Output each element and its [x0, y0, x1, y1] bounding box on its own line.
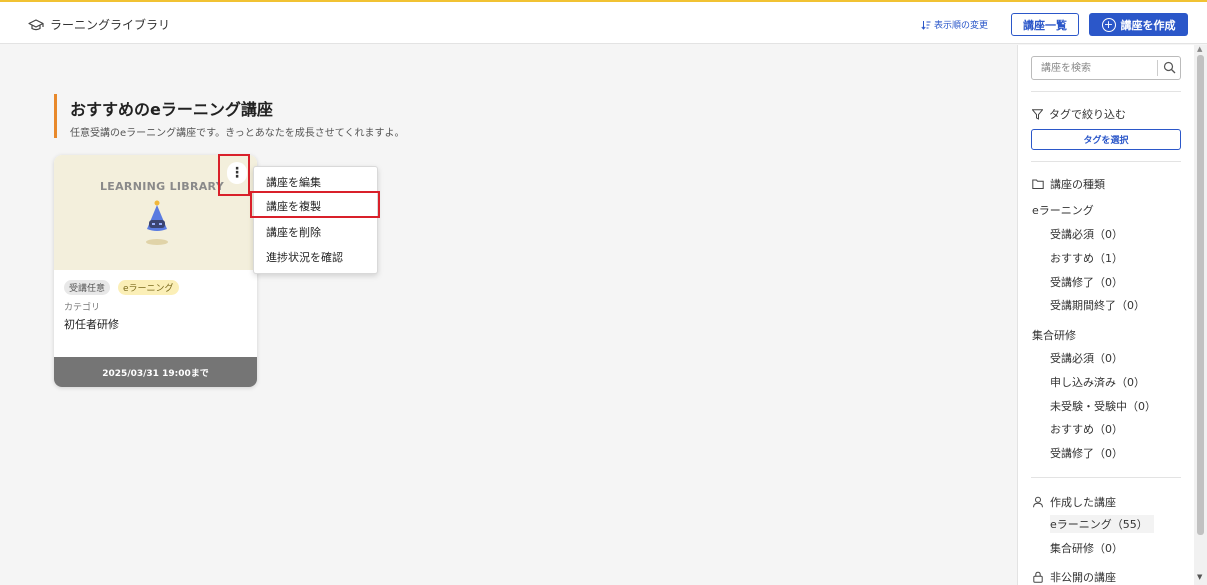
tag-filter-heading: タグで絞り込む: [1032, 106, 1126, 122]
robot-mascot-icon: [146, 200, 168, 245]
plus-circle-icon: +: [1101, 17, 1116, 32]
search-icon[interactable]: [1163, 61, 1176, 74]
app-logo[interactable]: ラーニングライブラリ: [28, 16, 170, 33]
filter-created-elearning[interactable]: eラーニング（55）: [1050, 515, 1154, 533]
scroll-up-arrow-icon[interactable]: ▲: [1197, 45, 1202, 53]
app-title: ラーニングライブラリ: [50, 18, 171, 32]
section-title: おすすめのeラーニング講座: [70, 100, 273, 119]
filter-training-completed[interactable]: 受講修了（0）: [1050, 445, 1123, 461]
course-deadline: 2025/03/31 19:00まで: [54, 357, 257, 387]
tag-filter-title: タグで絞り込む: [1049, 108, 1126, 121]
lock-icon: [1033, 571, 1043, 583]
tag-optional: 受講任意: [64, 280, 111, 295]
private-courses-heading[interactable]: 非公開の講座: [1032, 569, 1116, 585]
sidebar-divider: [1031, 477, 1181, 478]
scroll-down-arrow-icon[interactable]: ▼: [1197, 573, 1202, 581]
menu-item-edit[interactable]: 講座を編集: [266, 174, 321, 190]
search-input[interactable]: [1032, 57, 1157, 79]
course-type-heading: 講座の種類: [1032, 176, 1105, 192]
group-elearning[interactable]: eラーニング: [1032, 202, 1094, 218]
sort-order-label: 表示順の変更: [934, 21, 989, 31]
sidebar-scrollbar[interactable]: ▲ ▼: [1194, 45, 1207, 585]
create-course-label: 講座を作成: [1120, 18, 1176, 32]
filter-elearning-expired[interactable]: 受講期間終了（0）: [1050, 297, 1145, 313]
filter-training-applied[interactable]: 申し込み済み（0）: [1050, 374, 1145, 390]
sort-icon: [921, 20, 931, 30]
course-search: [1031, 56, 1181, 80]
select-tag-button[interactable]: タグを選択: [1031, 129, 1181, 150]
filter-elearning-recommended[interactable]: おすすめ（1）: [1050, 250, 1123, 266]
sort-order-link[interactable]: 表示順の変更: [921, 18, 988, 31]
menu-item-delete[interactable]: 講座を削除: [266, 224, 321, 240]
filter-sidebar: タグで絞り込む タグを選択 講座の種類 eラーニング 受講必須（0） おすすめ（…: [1017, 45, 1194, 585]
search-divider: [1157, 60, 1158, 76]
app-header: ラーニングライブラリ 表示順の変更 講座一覧 + 講座を作成: [0, 6, 1207, 44]
scrollbar-thumb[interactable]: [1197, 55, 1204, 535]
group-training[interactable]: 集合研修: [1032, 327, 1076, 343]
course-list-button[interactable]: 講座一覧: [1011, 13, 1079, 36]
sidebar-divider: [1031, 91, 1181, 92]
folder-icon: [1032, 179, 1044, 189]
section-description: 任意受講のeラーニング講座です。きっとあなたを成長させてくれますよ。: [70, 128, 405, 139]
highlight-duplicate-box: [250, 191, 380, 218]
menu-item-progress[interactable]: 進捗状況を確認: [266, 249, 343, 265]
thumbnail-logo-text: LEARNING LIBRARY: [100, 180, 224, 193]
sidebar-divider: [1031, 161, 1181, 162]
course-card-body: 受講任意 eラーニング カテゴリ 初任者研修: [54, 270, 257, 357]
filter-training-recommended[interactable]: おすすめ（0）: [1050, 421, 1123, 437]
graduation-cap-icon: [28, 18, 44, 30]
person-icon: [1033, 496, 1043, 508]
filter-icon: [1032, 108, 1043, 120]
filter-elearning-completed[interactable]: 受講修了（0）: [1050, 274, 1123, 290]
created-courses-heading: 作成した講座: [1032, 494, 1116, 510]
tag-elearning: eラーニング: [118, 280, 179, 295]
category-value: 初任者研修: [64, 318, 119, 331]
filter-elearning-required[interactable]: 受講必須（0）: [1050, 226, 1123, 242]
created-courses-title: 作成した講座: [1050, 496, 1116, 509]
highlight-kebab-box: [218, 154, 250, 196]
filter-training-in-progress[interactable]: 未受験・受験中（0）: [1050, 398, 1156, 414]
private-courses-title: 非公開の講座: [1050, 571, 1116, 584]
course-context-menu: 講座を編集 講座を複製 講座を削除 進捗状況を確認: [253, 166, 378, 274]
filter-training-required[interactable]: 受講必須（0）: [1050, 350, 1123, 366]
course-type-title: 講座の種類: [1050, 178, 1105, 191]
section-accent-bar: [54, 94, 57, 138]
filter-created-training[interactable]: 集合研修（0）: [1050, 540, 1123, 556]
create-course-button[interactable]: + 講座を作成: [1089, 13, 1188, 36]
category-label: カテゴリ: [64, 303, 101, 313]
